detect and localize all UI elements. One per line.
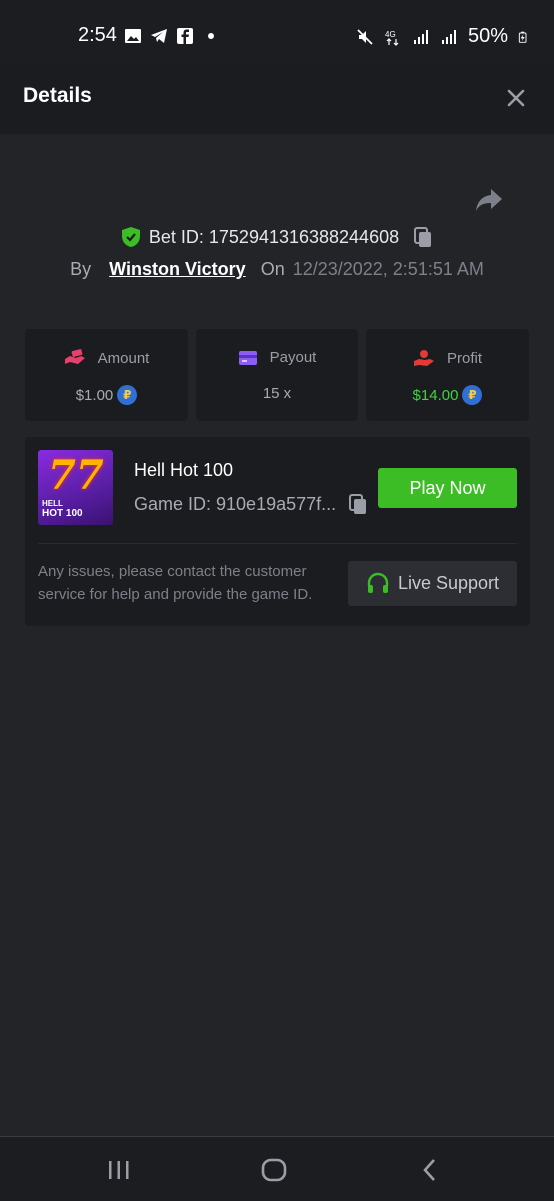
bet-id-row: Bet ID: 1752941316388244608 <box>0 226 554 248</box>
status-system-icons: 4G 50% <box>356 25 530 48</box>
game-name: Hell Hot 100 <box>134 460 234 480</box>
payout-label: Payout <box>269 349 317 366</box>
status-time: 2:54 <box>78 24 117 46</box>
telegram-icon <box>151 29 167 43</box>
4g-icon: 4G <box>385 30 399 46</box>
game-panel: 77 HELL HOT 100 Hell Hot 100 Game ID: 91… <box>25 437 530 626</box>
system-nav-bar <box>0 1136 554 1201</box>
close-icon[interactable] <box>504 86 528 110</box>
bet-id: Bet ID: 1752941316388244608 <box>148 226 400 247</box>
copy-icon[interactable] <box>413 226 433 248</box>
coin-icon: ₽ <box>117 385 138 405</box>
card-icon <box>238 350 257 365</box>
by-label: By <box>70 259 92 279</box>
battery-level: 50% <box>467 25 508 47</box>
battery-charging-icon <box>518 31 527 43</box>
image-icon <box>125 29 141 43</box>
profit-card: Profit $14.00 ₽ <box>366 329 529 421</box>
amount-card: Amount $1.00 ₽ <box>25 329 188 421</box>
facebook-icon <box>177 28 193 44</box>
game-id: Game ID: 910e19a577f... <box>134 493 337 514</box>
recent-apps-icon[interactable] <box>104 1155 134 1185</box>
support-text: Any issues, please contact the customer … <box>38 563 313 603</box>
amount-value: $1.00 <box>75 386 114 404</box>
divider <box>38 543 517 544</box>
headset-icon <box>367 572 389 593</box>
bet-author-row: By Winston Victory On 12/23/2022, 2:51:5… <box>0 259 554 280</box>
game-id-row: Game ID: 910e19a577f... <box>134 493 368 515</box>
game-thumbnail[interactable]: 77 HELL HOT 100 <box>38 450 113 525</box>
share-icon[interactable] <box>474 187 504 213</box>
status-notification-icons <box>124 27 220 45</box>
signal-icon <box>413 29 428 44</box>
copy-icon[interactable] <box>348 493 368 515</box>
amount-label: Amount <box>97 349 150 367</box>
verified-shield-icon <box>121 227 140 247</box>
thumb-text-bottom: HOT 100 <box>42 508 83 519</box>
thumb-sevens: 77 <box>48 452 104 499</box>
page-title: Details <box>23 84 92 107</box>
status-bar: 2:54 4G 50% <box>0 0 554 64</box>
payout-value: 15 x <box>262 385 292 402</box>
thumb-text-top: HELL <box>42 499 63 508</box>
back-icon[interactable] <box>415 1155 445 1185</box>
signal-icon <box>441 29 456 44</box>
profit-hand-icon <box>413 350 434 366</box>
details-header: Details <box>0 64 554 134</box>
money-hand-icon <box>64 349 85 364</box>
profit-value: $14.00 <box>412 386 459 404</box>
home-icon[interactable] <box>259 1155 289 1185</box>
coin-icon: ₽ <box>462 385 483 405</box>
play-now-button[interactable]: Play Now <box>378 468 517 508</box>
mute-icon <box>357 28 373 45</box>
svg-text:4G: 4G <box>385 30 396 39</box>
profit-label: Profit <box>446 349 482 367</box>
dot-icon <box>208 33 214 39</box>
live-support-button[interactable]: Live Support <box>348 561 517 606</box>
live-support-label: Live Support <box>397 573 500 593</box>
on-label: On <box>260 259 285 279</box>
payout-card: Payout 15 x <box>196 329 358 421</box>
play-now-label: Play Now <box>409 477 486 498</box>
user-link[interactable]: Winston Victory <box>109 259 246 280</box>
bet-date: 12/23/2022, 2:51:51 AM <box>292 259 484 279</box>
